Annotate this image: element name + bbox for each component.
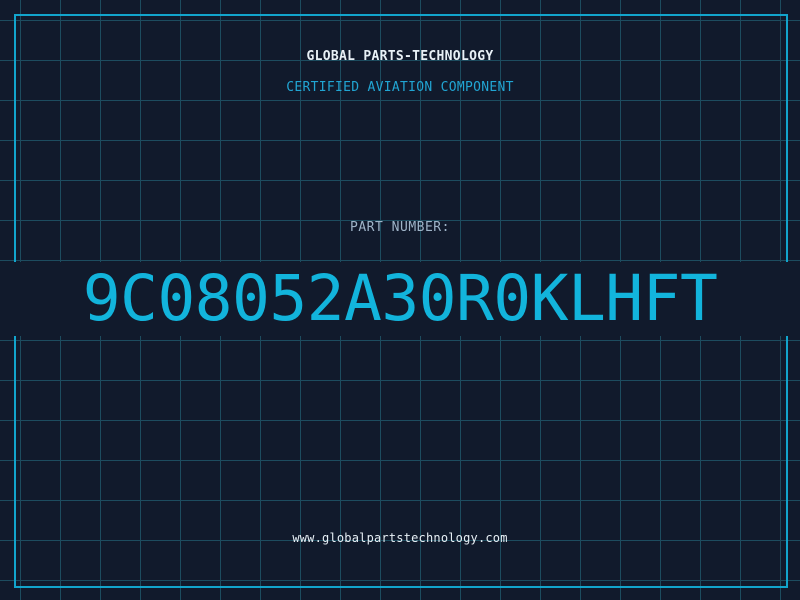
tagline: CERTIFIED AVIATION COMPONENT — [286, 80, 514, 95]
part-number-label: PART NUMBER: — [350, 220, 450, 235]
company-name: GLOBAL PARTS-TECHNOLOGY — [306, 49, 494, 64]
part-number-value: 9C08052A30R0KLHFT — [82, 262, 718, 335]
website-url: www.globalpartstechnology.com — [292, 531, 508, 545]
label-canvas: GLOBAL PARTS-TECHNOLOGY CERTIFIED AVIATI… — [0, 0, 800, 600]
